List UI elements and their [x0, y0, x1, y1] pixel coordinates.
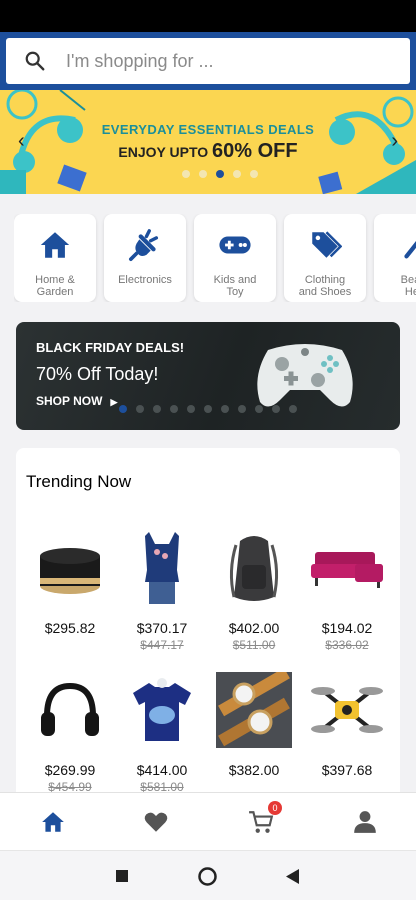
speaker-icon: [40, 548, 100, 594]
category-beauty-health[interactable]: BeautHea: [374, 214, 416, 302]
caret-right-icon: ▶: [110, 397, 118, 407]
headphones-icon: [41, 682, 99, 736]
product-price: $194.02: [321, 620, 373, 636]
pagination-dot[interactable]: [199, 170, 207, 178]
pagination-dot[interactable]: [182, 170, 190, 178]
nav-wishlist[interactable]: [143, 809, 169, 835]
pagination-dot[interactable]: [238, 405, 246, 413]
promo-title: BLACK FRIDAY DEALS!: [36, 340, 185, 355]
gamepad-icon: [219, 236, 251, 254]
pagination-dot[interactable]: [255, 405, 263, 413]
category-kids-toy[interactable]: Kids and Toy: [194, 214, 276, 302]
bottom-navigation: 0: [0, 792, 416, 850]
pagination-dot[interactable]: [153, 405, 161, 413]
nav-account[interactable]: [352, 809, 378, 835]
product-price: $382.00: [228, 762, 280, 778]
category-label: Electronics: [118, 274, 172, 286]
home-button-icon[interactable]: [198, 867, 217, 886]
beauty-icon: [404, 241, 416, 259]
product-card[interactable]: $414.00 $581.00: [117, 672, 207, 794]
nav-cart[interactable]: 0: [248, 801, 282, 835]
pagination-dot[interactable]: [221, 405, 229, 413]
sofa-icon: [311, 552, 383, 588]
pagination-dot[interactable]: [170, 405, 178, 413]
product-price: $370.17: [136, 620, 188, 636]
black-friday-carousel[interactable]: BLACK FRIDAY DEALS! 70% Off Today! SHOP …: [16, 322, 400, 430]
blouse-icon: [145, 532, 179, 604]
tags-icon: [312, 231, 342, 258]
banner-offer-highlight: 60% OFF: [212, 140, 298, 162]
category-label: Clothing and Shoes: [298, 274, 352, 298]
shop-now-label: SHOP NOW: [36, 394, 103, 408]
pagination-dot[interactable]: [119, 405, 127, 413]
game-controller-icon: [257, 344, 353, 407]
pagination-dot[interactable]: [204, 405, 212, 413]
category-electronics[interactable]: Electronics: [104, 214, 186, 302]
product-card[interactable]: $194.02 $336.02: [302, 530, 392, 652]
product-card[interactable]: $382.00: [209, 672, 299, 780]
product-price: $414.00: [136, 762, 188, 778]
banner-offer-prefix: ENJOY UPTO: [118, 144, 213, 160]
product-card[interactable]: $397.68: [302, 672, 392, 780]
pagination-dot[interactable]: [216, 170, 224, 178]
shop-now-button[interactable]: SHOP NOW ▶: [36, 394, 117, 408]
chevron-left-icon[interactable]: ‹: [18, 130, 25, 153]
product-old-price: $447.17: [140, 638, 184, 652]
trending-section: Trending Now $295.82 $370.17 $447.17 $40…: [16, 448, 400, 808]
backpack-icon: [229, 536, 279, 601]
product-price: $295.82: [44, 620, 96, 636]
search-icon: [25, 51, 45, 71]
category-home-garden[interactable]: Home & Garden: [14, 214, 96, 302]
product-price: $397.68: [321, 762, 373, 778]
product-old-price: $511.00: [232, 638, 276, 652]
category-label: Kids and Toy: [213, 274, 257, 298]
product-card[interactable]: $370.17 $447.17: [117, 530, 207, 652]
nav-home[interactable]: [40, 809, 66, 835]
product-price: $269.99: [44, 762, 96, 778]
chevron-right-icon[interactable]: ›: [391, 130, 398, 153]
back-icon[interactable]: [286, 869, 299, 884]
category-label: Home & Garden: [35, 274, 75, 298]
search-input[interactable]: [66, 50, 366, 72]
search-header: [0, 32, 416, 90]
category-clothing-shoes[interactable]: Clothing and Shoes: [284, 214, 366, 302]
recent-apps-icon[interactable]: [116, 870, 128, 882]
search-bar[interactable]: [6, 38, 410, 84]
home-icon: [40, 232, 70, 258]
home-icon: [42, 812, 64, 832]
pagination-dot[interactable]: [289, 405, 297, 413]
watches-icon: [216, 672, 292, 748]
plug-icon: [128, 229, 159, 262]
pagination-dot[interactable]: [136, 405, 144, 413]
drone-icon: [311, 687, 383, 733]
tshirt-icon: [133, 678, 191, 741]
promo-banner-carousel[interactable]: EVERYDAY ESSENTIALS DEALS ENJOY UPTO 60%…: [0, 90, 416, 194]
cart-count-badge: 0: [268, 801, 282, 815]
product-card[interactable]: $295.82: [25, 530, 115, 638]
pagination-dot[interactable]: [187, 405, 195, 413]
pagination-dot[interactable]: [250, 170, 258, 178]
user-icon: [354, 811, 376, 833]
promo-subtitle: 70% Off Today!: [36, 364, 159, 384]
product-card[interactable]: $402.00 $511.00: [209, 530, 299, 652]
banner-headline: EVERYDAY ESSENTIALS DEALS: [101, 122, 315, 137]
product-card[interactable]: $269.99 $454.99: [25, 672, 115, 794]
system-navigation-bar: [0, 850, 416, 900]
category-list: Home & Garden Electronics Kids and Toy Clo…: [14, 214, 416, 302]
product-old-price: $336.02: [325, 638, 369, 652]
product-price: $402.00: [228, 620, 280, 636]
pagination-dot[interactable]: [272, 405, 280, 413]
pagination-dot[interactable]: [233, 170, 241, 178]
status-bar: [0, 0, 416, 32]
section-title: Trending Now: [26, 472, 132, 491]
category-label: BeautHea: [400, 274, 416, 298]
banner-offer: ENJOY UPTO 60% OFF: [0, 140, 416, 163]
heart-icon: [144, 812, 168, 832]
